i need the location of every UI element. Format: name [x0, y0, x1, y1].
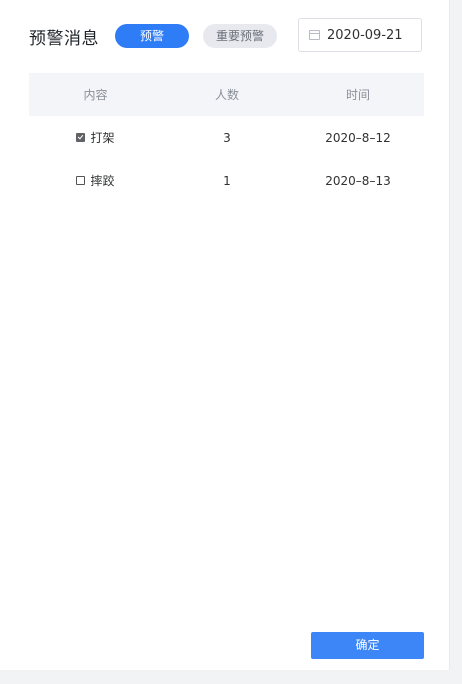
column-header-time: 时间 — [345, 88, 370, 102]
row-checkbox[interactable] — [76, 133, 86, 142]
cell-count: 3 — [223, 130, 231, 145]
content-text: 打架 — [90, 131, 115, 145]
cell-time: 2020–8–13 — [325, 173, 391, 188]
table-header: 内容 人数 时间 — [29, 73, 424, 116]
warning-panel: 预警消息 预警 重要预警 2020-09-21 内容 人数 时间 打架 3 20… — [0, 0, 450, 670]
tab-warning[interactable]: 预警 — [115, 24, 189, 48]
page-title: 预警消息 — [29, 28, 99, 49]
row-checkbox[interactable] — [76, 176, 86, 185]
table-row: 摔跤 1 2020–8–13 — [29, 159, 424, 202]
cell-content: 打架 — [29, 129, 162, 146]
cell-content: 摔跤 — [29, 172, 162, 189]
column-header-count: 人数 — [214, 88, 239, 102]
cell-count: 1 — [223, 173, 231, 188]
column-header-content: 内容 — [83, 88, 108, 102]
warning-table: 内容 人数 时间 打架 3 2020–8–12 摔跤 1 2020–8–13 — [29, 73, 424, 202]
calendar-icon — [309, 30, 320, 40]
content-text: 摔跤 — [90, 174, 115, 188]
cell-time: 2020–8–12 — [325, 130, 391, 145]
table-row: 打架 3 2020–8–12 — [29, 116, 424, 159]
date-picker[interactable]: 2020-09-21 — [298, 18, 422, 52]
tab-important-warning[interactable]: 重要预警 — [203, 24, 277, 48]
panel-header: 预警消息 预警 重要预警 — [29, 18, 291, 54]
date-value: 2020-09-21 — [327, 27, 403, 43]
confirm-button[interactable]: 确定 — [311, 632, 424, 659]
